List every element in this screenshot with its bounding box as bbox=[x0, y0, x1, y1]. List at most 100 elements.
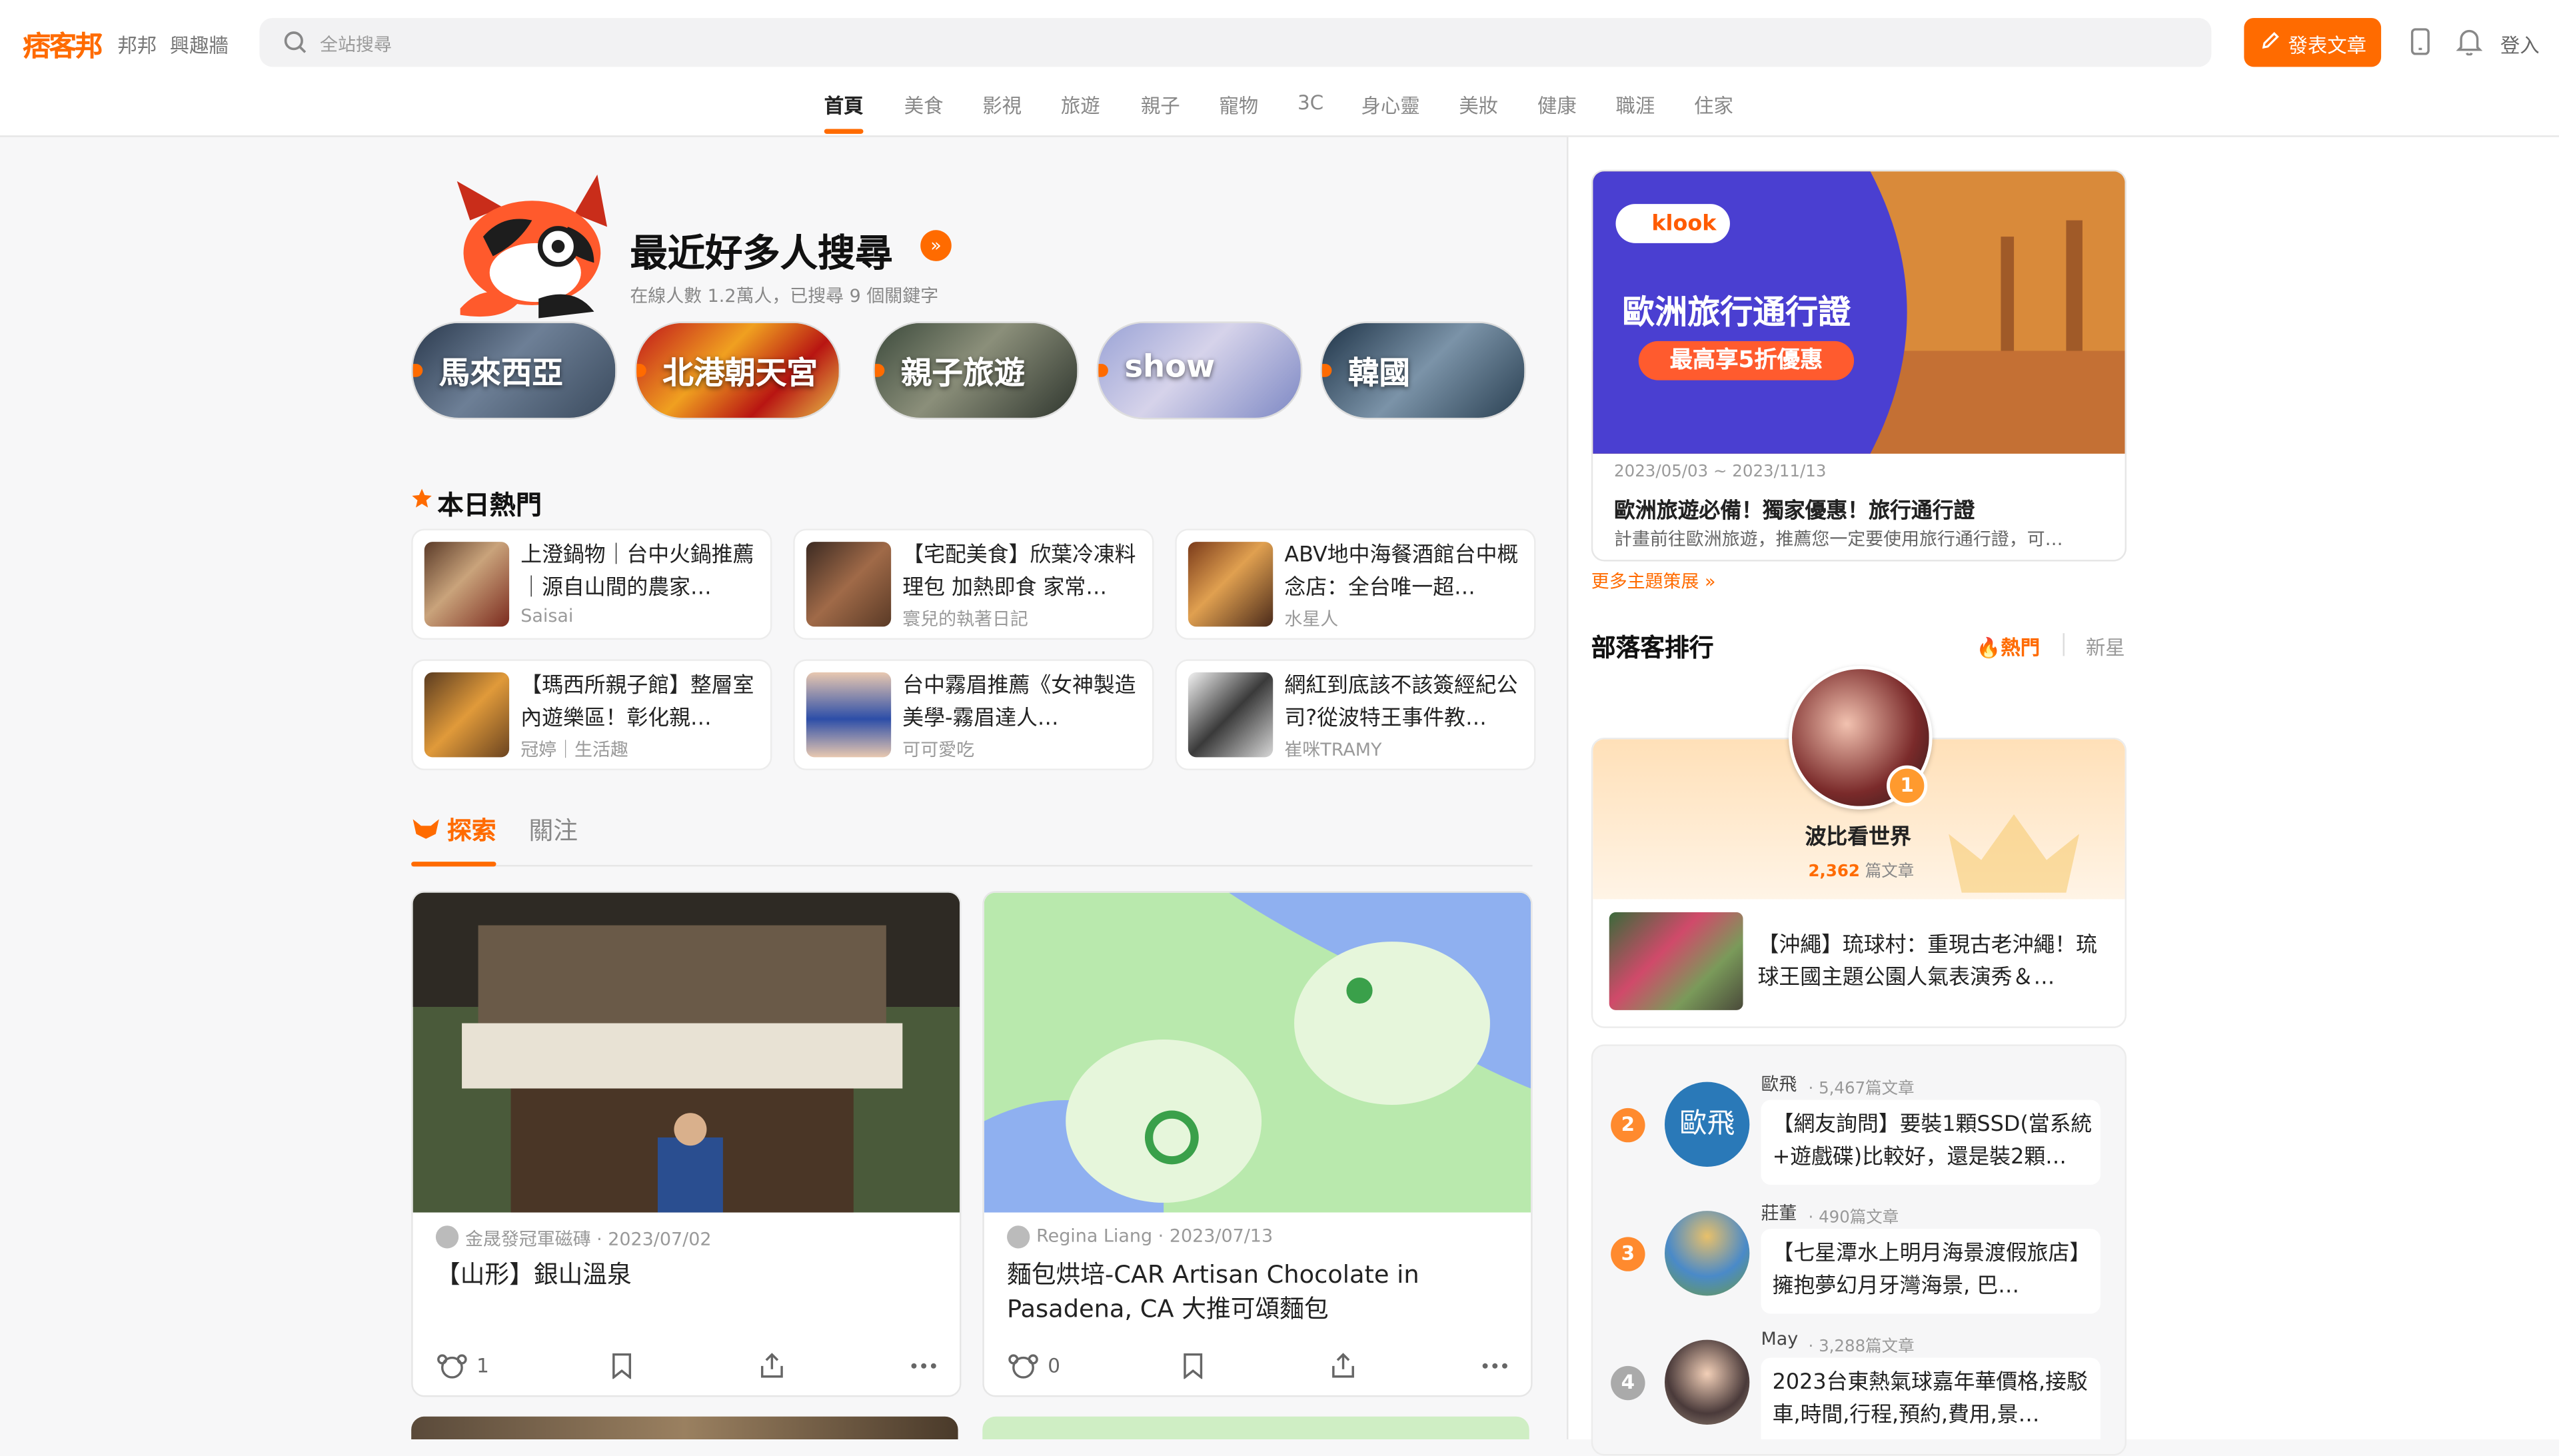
keyword-pill-show[interactable]: show bbox=[1096, 321, 1303, 420]
blogger-avatar[interactable] bbox=[1664, 1211, 1750, 1296]
article-author[interactable]: 水星人 bbox=[1284, 606, 1338, 632]
trending-search-title[interactable]: 最近好多人搜尋 bbox=[630, 222, 892, 277]
pencil-icon bbox=[2262, 31, 2279, 49]
keyword-pill-malaysia[interactable]: 馬來西亞 bbox=[411, 321, 617, 420]
post-article-label: 發表文章 bbox=[2288, 34, 2367, 57]
bell-icon[interactable] bbox=[2456, 28, 2482, 56]
promo-discount-badge: 最高享5折優惠 bbox=[1638, 341, 1855, 380]
hot-article-card[interactable]: 網紅到底該不該簽經紀公司?從波特王事件教… 崔咪TRAMY bbox=[1175, 659, 1536, 770]
top-blogger-name[interactable]: 波比看世界 bbox=[1805, 819, 1911, 850]
author-avatar[interactable] bbox=[1007, 1225, 1030, 1249]
bookmark-icon[interactable] bbox=[1182, 1353, 1204, 1379]
article-author[interactable]: 崔咪TRAMY bbox=[1284, 736, 1381, 762]
promo-title[interactable]: 歐洲旅遊必備！獨家優惠！旅行通行證 bbox=[1614, 493, 1975, 524]
category-tab-career[interactable]: 職涯 bbox=[1616, 91, 1655, 119]
promo-card[interactable]: klook 歐洲旅行通行證 最高享5折優惠 2023/05/03 ~ 2023/… bbox=[1591, 169, 2127, 562]
feed-article-card-partial[interactable] bbox=[411, 1416, 958, 1440]
post-title: 【七星潭水上明月海景渡假旅店】擁抱夢幻月牙灣海景, 巴… bbox=[1772, 1241, 2091, 1299]
article-title[interactable]: 網紅到底該不該簽經紀公司?從波特王事件教… bbox=[1284, 671, 1525, 736]
hot-article-card[interactable]: 台中霧眉推薦《女神製造美學-霧眉達人… 可可愛吃 bbox=[793, 659, 1154, 770]
tab-following[interactable]: 關注 bbox=[528, 813, 578, 847]
article-title[interactable]: 麵包烘培-CAR Artisan Chocolate in Pasadena, … bbox=[1007, 1258, 1513, 1327]
feed-article-card-partial[interactable] bbox=[982, 1416, 1529, 1440]
post-count: 490篇文章 bbox=[1819, 1209, 1899, 1227]
blogger-latest-post[interactable]: 2023台東熱氣球嘉年華價格,接駁車,時間,行程,預約,費用,景… bbox=[1761, 1357, 2101, 1440]
hot-article-card[interactable]: 上澄鍋物｜台中火鍋推薦｜源自山間的農家… Saisai bbox=[411, 528, 772, 640]
hot-article-card[interactable]: ABV地中海餐酒館台中概念店：全台唯一超… 水星人 bbox=[1175, 528, 1536, 640]
blogger-latest-post[interactable]: 【網友詢問】要裝1顆SSD(當系統+遊戲碟)比較好，還是裝2顆… bbox=[1761, 1099, 2101, 1185]
tab-separator bbox=[2063, 633, 2065, 656]
search-input[interactable]: 全站搜尋 bbox=[320, 31, 392, 57]
article-title[interactable]: 【瑪西所親子館】整層室內遊樂區！彰化親… bbox=[520, 671, 762, 736]
chevron-right-icon[interactable]: » bbox=[920, 230, 952, 261]
author-name[interactable]: 金晟發冠軍磁磚 bbox=[465, 1229, 591, 1250]
ranking-tab-hot[interactable]: 🔥熱門 bbox=[1977, 633, 2040, 661]
keyword-label: show bbox=[1124, 349, 1216, 385]
article-author[interactable]: 寰兒的執著日記 bbox=[902, 606, 1028, 632]
bookmark-icon[interactable] bbox=[610, 1353, 633, 1379]
article-cover-image bbox=[984, 892, 1531, 1213]
category-tab-mind[interactable]: 身心靈 bbox=[1361, 91, 1419, 119]
blogger-avatar[interactable] bbox=[1664, 1339, 1750, 1425]
blogger-name[interactable]: 莊董 bbox=[1761, 1199, 1797, 1225]
article-meta: 金晟發冠軍磁磚 · 2023/07/02 bbox=[464, 1229, 712, 1250]
article-title[interactable]: 【宅配美食】欣葉冷凍料理包 加熱即食 家常… bbox=[902, 540, 1144, 606]
share-icon[interactable] bbox=[759, 1353, 785, 1379]
double-chevron-right-icon: » bbox=[1704, 571, 1716, 592]
post-article-button[interactable]: 發表文章 bbox=[2244, 17, 2382, 67]
category-tab-home-living[interactable]: 住家 bbox=[1694, 91, 1733, 119]
category-tab-3c[interactable]: 3C bbox=[1297, 91, 1323, 114]
like-icon[interactable] bbox=[436, 1353, 468, 1379]
hot-article-card[interactable]: 【宅配美食】欣葉冷凍料理包 加熱即食 家常… 寰兒的執著日記 bbox=[793, 528, 1154, 640]
nav-link-interest-wall[interactable]: 興趣牆 bbox=[170, 31, 229, 59]
like-icon[interactable] bbox=[1007, 1353, 1040, 1379]
post-title: 【網友詢問】要裝1顆SSD(當系統+遊戲碟)比較好，還是裝2顆… bbox=[1772, 1113, 2093, 1170]
author-name[interactable]: Regina Liang bbox=[1036, 1225, 1152, 1247]
keyword-pill-family-travel[interactable]: 親子旅遊 bbox=[873, 321, 1079, 420]
blogger-name[interactable]: May bbox=[1761, 1328, 1798, 1349]
blogger-latest-post[interactable]: 【七星潭水上明月海景渡假旅店】擁抱夢幻月牙灣海景, 巴… bbox=[1761, 1229, 2101, 1314]
keyword-pill-beigang-temple[interactable]: 北港朝天宮 bbox=[634, 321, 841, 420]
category-tab-pets[interactable]: 寵物 bbox=[1219, 91, 1258, 119]
tab-explore[interactable]: 探索 bbox=[447, 813, 496, 847]
hot-article-card[interactable]: 【瑪西所親子館】整層室內遊樂區！彰化親… 冠婷｜生活趣 bbox=[411, 659, 772, 770]
article-title[interactable]: 【山形】銀山溫泉 bbox=[436, 1258, 942, 1292]
fox-icon bbox=[413, 819, 439, 839]
search-bar[interactable]: 全站搜尋 bbox=[259, 17, 2212, 67]
article-author[interactable]: 可可愛吃 bbox=[902, 736, 974, 762]
blogger-avatar[interactable]: 歐飛 bbox=[1664, 1082, 1750, 1167]
post-date: 2023/07/13 bbox=[1169, 1225, 1274, 1247]
author-avatar[interactable] bbox=[435, 1225, 459, 1249]
rank-badge: 3 bbox=[1611, 1237, 1645, 1271]
category-tab-food[interactable]: 美食 bbox=[904, 91, 944, 119]
article-title[interactable]: 上澄鍋物｜台中火鍋推薦｜源自山間的農家… bbox=[520, 540, 762, 606]
article-title[interactable]: 台中霧眉推薦《女神製造美學-霧眉達人… bbox=[902, 671, 1144, 736]
login-link[interactable]: 登入 bbox=[2500, 31, 2540, 59]
category-tab-parenting[interactable]: 親子 bbox=[1141, 91, 1180, 119]
article-author[interactable]: 冠婷｜生活趣 bbox=[520, 736, 628, 762]
blogger-name[interactable]: 歐飛 bbox=[1761, 1071, 1797, 1097]
category-tab-travel[interactable]: 旅遊 bbox=[1061, 91, 1100, 119]
article-author[interactable]: Saisai bbox=[520, 606, 573, 627]
feed-article-card[interactable]: Regina Liang · 2023/07/13 麵包烘培-CAR Artis… bbox=[982, 891, 1533, 1397]
category-tab-home[interactable]: 首頁 bbox=[824, 91, 864, 119]
share-icon[interactable] bbox=[1330, 1353, 1356, 1379]
top-post-title[interactable]: 【沖繩】琉球村：重現古老沖繩！琉球王國主題公園人氣表演秀＆… bbox=[1758, 930, 2107, 996]
category-tab-beauty[interactable]: 美妝 bbox=[1459, 91, 1498, 119]
more-curations-link[interactable]: 更多主題策展 » bbox=[1591, 568, 1716, 594]
like-count: 0 bbox=[1048, 1354, 1060, 1377]
top-post-thumbnail[interactable] bbox=[1609, 912, 1743, 1010]
category-tab-health[interactable]: 健康 bbox=[1537, 91, 1577, 119]
category-tab-movies[interactable]: 影視 bbox=[982, 91, 1022, 119]
nav-link-bangbang[interactable]: 邦邦 bbox=[117, 31, 157, 59]
site-logo[interactable]: 痞客邦 bbox=[23, 23, 103, 64]
article-title[interactable]: ABV地中海餐酒館台中概念店：全台唯一超… bbox=[1284, 540, 1525, 606]
flame-icon: 🔥 bbox=[1976, 636, 2001, 660]
ranking-tab-new[interactable]: 新星 bbox=[2086, 633, 2125, 661]
feed-article-card[interactable]: 金晟發冠軍磁磚 · 2023/07/02 【山形】銀山溫泉 1 bbox=[411, 891, 962, 1397]
more-options-icon[interactable] bbox=[909, 1353, 938, 1379]
mobile-app-icon[interactable] bbox=[2409, 28, 2432, 56]
more-options-icon[interactable] bbox=[1480, 1353, 1509, 1379]
keyword-label: 北港朝天宮 bbox=[662, 355, 818, 392]
keyword-pill-korea[interactable]: 韓國 bbox=[1320, 321, 1526, 420]
